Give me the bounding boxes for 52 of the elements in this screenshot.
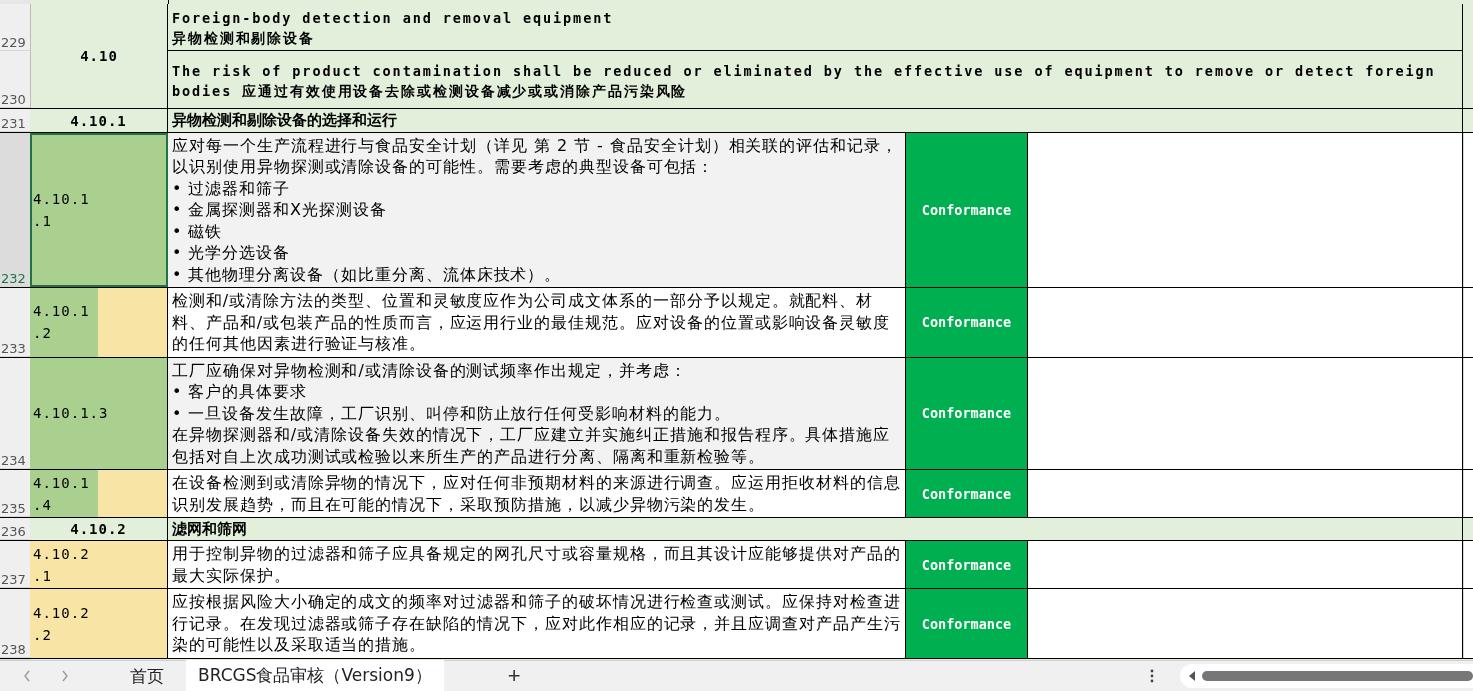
section-text: The risk of product contamination shall be reduced or eliminated by the effective use of equipment to remove or detect foreign bodies 应通过有效使用设备去除或检测设备减少或或消除产品污染风险 — [172, 61, 1437, 101]
requirement-text: • 一旦设备发生故障，工厂识别、叫停和防止放行任何受影响材料的能力。 — [172, 402, 732, 425]
requirement-text: • 光学分选设备 — [172, 242, 292, 264]
section-code-cell: 4.10 — [30, 4, 168, 109]
status-cell: Conformance — [906, 470, 1028, 518]
add-sheet-button[interactable]: + — [501, 663, 527, 689]
status-cell: Conformance — [906, 288, 1028, 357]
clause-code-cell: 4.10.2 .1 — [30, 541, 168, 589]
row-number[interactable]: 233 — [0, 288, 30, 357]
sheet-tab[interactable]: BRCGS食品审核（Version9） — [186, 659, 444, 691]
requirement-text: 检测和/或清除方法的类型、位置和灵敏度应作为公司成文体系的一部分予以规定。就配料、材料、产品和/或包装产品的性质而言，应运用行业的最佳规范。应对设备的位置或影响设备灵敏度的任何其他因素进行验证与核准。 — [172, 290, 892, 355]
status-cell: Conformance — [906, 132, 1028, 288]
requirement-text: • 过滤器和筛子 — [172, 177, 292, 200]
more-icon[interactable] — [1150, 668, 1154, 684]
row-number[interactable]: 236 — [0, 518, 30, 541]
sheet-tab[interactable]: 首页 — [118, 660, 176, 691]
status-cell: Conformance — [906, 541, 1028, 589]
clause-code-cell: 4.10.1 — [30, 109, 168, 132]
previous-sheet-icon[interactable] — [22, 668, 32, 684]
requirement-text: • 客户的具体要求 — [172, 381, 309, 403]
row-number[interactable]: 232 — [0, 132, 30, 288]
section-text: 异物检测和剔除设备 — [172, 29, 317, 49]
clause-code-cell: 4.10.1 .2 — [30, 288, 168, 357]
clause-code-cell: 4.10.2 — [30, 518, 168, 541]
status-cell: Conformance — [906, 357, 1028, 470]
requirement-text: • 其他物理分离设备（如比重分离、流体床技术）。 — [172, 263, 563, 286]
requirement-text: 工厂应确保对异物检测和/或清除设备的测试频率作出规定，并考虑： — [172, 359, 688, 382]
clause-code-cell: 4.10.1 .4 — [30, 470, 168, 518]
scroll-left-icon[interactable] — [1188, 670, 1196, 682]
row-number[interactable]: 231 — [0, 109, 30, 132]
row-number[interactable]: 235 — [0, 470, 30, 518]
requirement-text: • 磁铁 — [172, 220, 224, 243]
requirement-text: 用于控制异物的过滤器和筛子应具备规定的网孔尺寸或容量规格，而且其设计应能够提供对产品的最大实际保护。 — [172, 543, 901, 587]
status-cell: Conformance — [906, 589, 1028, 658]
requirement-text: 应按根据风险大小确定的成文的频率对过滤器和筛子的破坏情况进行检查或测试。应保持对检查进行记录。在发现过滤器或筛子存在缺陷的情况下，应对此作相应的记录，并且应调查对产品产生污染的可能性以及采取适当的措施。 — [172, 591, 901, 656]
row-number[interactable]: 229 — [0, 4, 30, 52]
clause-code-cell: 4.10.1.3 — [30, 357, 168, 470]
subheading-cell: 滤网和筛网 — [168, 518, 1463, 541]
requirement-text: 应对每一个生产流程进行与食品安全计划（详见 第 2 节 - 食品安全计划）相关联的评估和记录，以识别使用异物探测或清除设备的可能性。需要考虑的典型设备可包括： — [172, 134, 900, 178]
row-number[interactable]: 237 — [0, 541, 30, 589]
horizontal-scrollbar[interactable] — [1180, 664, 1473, 688]
subheading-cell: 异物检测和剔除设备的选择和运行 — [168, 109, 1463, 132]
next-sheet-icon[interactable] — [60, 668, 70, 684]
row-number[interactable]: 230 — [0, 51, 30, 109]
clause-code-cell: 4.10.1 .1 — [30, 132, 168, 288]
row-number[interactable]: 234 — [0, 357, 30, 470]
requirement-text: • 金属探测器和X光探测设备 — [172, 199, 388, 221]
requirement-text: 在设备检测到或清除异物的情况下，应对任何非预期材料的来源进行调查。应运用拒收材料的信息识别发展趋势，而且在可能的情况下，采取预防措施，以减少异物污染的发生。 — [172, 472, 901, 516]
clause-code-cell: 4.10.2 .2 — [30, 589, 168, 658]
section-text: Foreign-body detection and removal equipment — [172, 9, 615, 29]
requirement-text: 在异物探测器和/或清除设备失效的情况下，工厂应建立并实施纠正措施和报告程序。具体措施应包括对自上次成功测试或检验以来所生产的产品进行分离、隔离和重新检验等。 — [172, 424, 892, 468]
row-number[interactable]: 238 — [0, 589, 30, 658]
